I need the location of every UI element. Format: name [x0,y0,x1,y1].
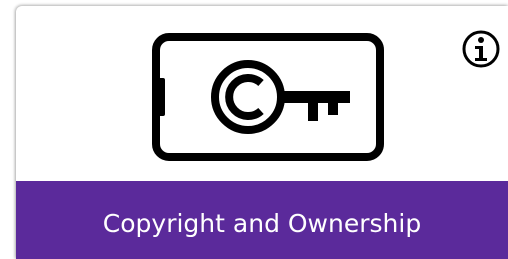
tile-label: Copyright and Ownership [102,209,422,238]
copyright-key-icon [152,33,384,161]
copyright-and-ownership-tile[interactable]: Copyright and Ownership [16,6,508,259]
info-icon[interactable] [461,29,501,69]
tile-footer: Copyright and Ownership [16,181,508,259]
page: Copyright and Ownership [0,0,508,259]
